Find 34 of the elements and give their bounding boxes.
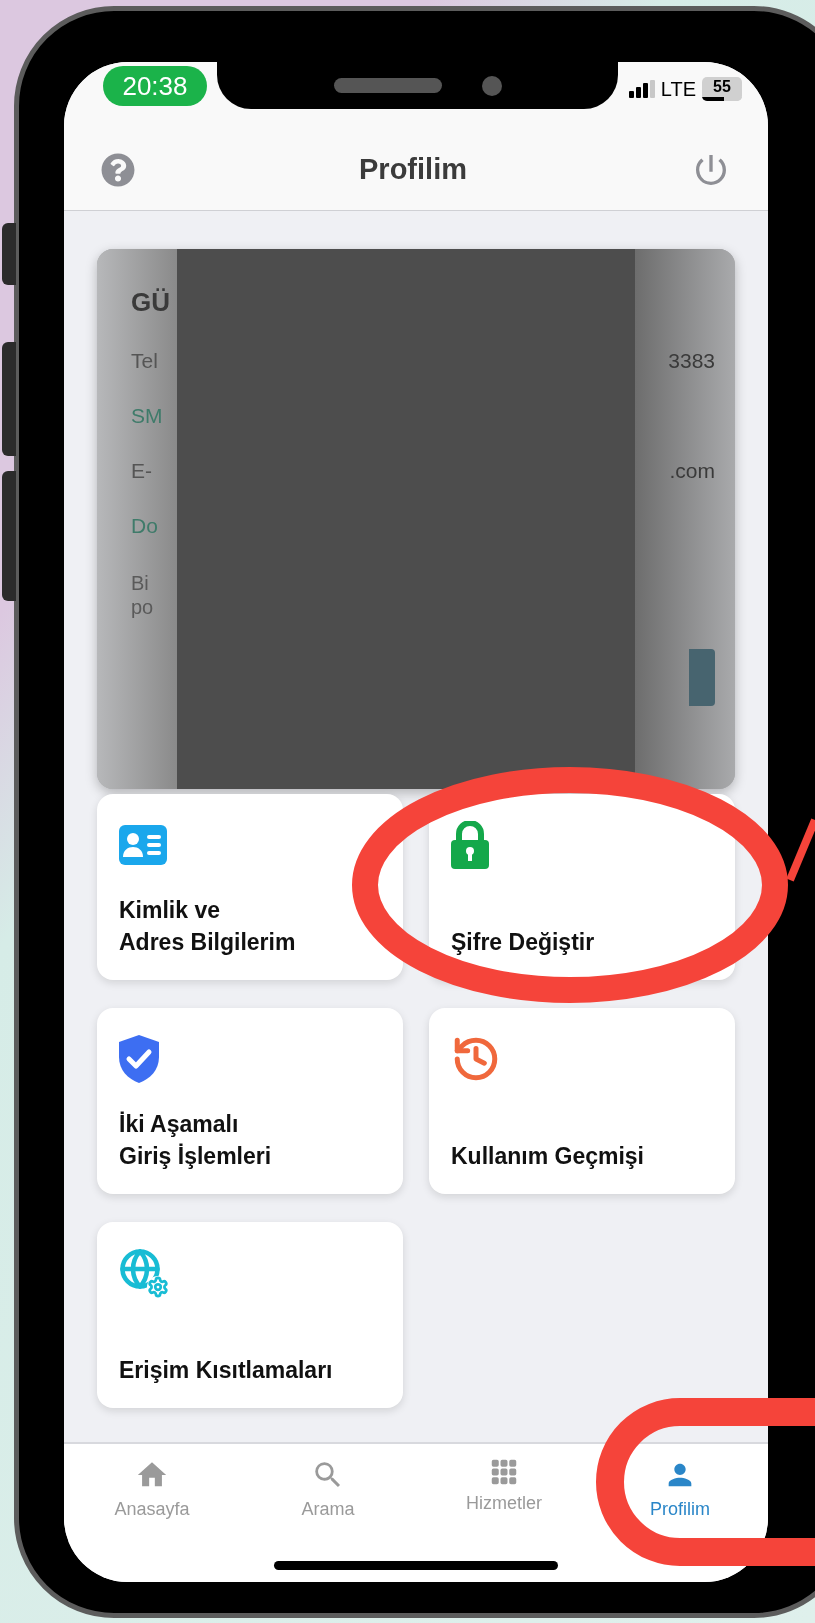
note-fragment: po [131, 595, 155, 619]
menu-card-label: İki Aşamalı [119, 1110, 240, 1139]
menu-card-label: Şifre Değiştir [451, 928, 596, 957]
field-label-fragment: Tel [131, 348, 159, 374]
menu-card[interactable]: Kullanım Geçmişi [429, 1008, 735, 1194]
annotation-tick [786, 818, 815, 882]
page-title: Profilim [359, 152, 467, 188]
field-value-fragment: 3383 [668, 348, 715, 374]
globe-gear-icon [119, 1248, 169, 1298]
id-card-icon [119, 825, 167, 865]
field-label-fragment: E- [131, 458, 153, 484]
menu-card-label: Kullanım Geçmişi [451, 1142, 645, 1171]
grid-icon[interactable] [490, 1458, 518, 1486]
menu-card-label: Kimlik ve [119, 896, 221, 925]
tab-item[interactable]: Hizmetler [416, 1458, 592, 1523]
menu-card[interactable]: Erişim Kısıtlamaları [97, 1222, 403, 1408]
menu-card[interactable]: İki Aşamalı Giriş İşlemleri [97, 1008, 403, 1194]
menu-card[interactable]: Kimlik ve Adres Bilgilerim [97, 794, 403, 980]
padlock-icon [451, 821, 489, 869]
help-icon[interactable] [101, 153, 135, 187]
menu-card-label: Adres Bilgilerim [119, 928, 297, 957]
shield-check-icon [119, 1035, 159, 1083]
note-fragment: Bi [131, 571, 150, 595]
tab-item[interactable]: Anasayfa [64, 1458, 240, 1523]
menu-card-label: Erişim Kısıtlamaları [119, 1356, 334, 1385]
tab-item[interactable]: Arama [240, 1458, 416, 1523]
time-pill: 20:38 [103, 66, 207, 106]
signal-icon [628, 80, 655, 98]
field-value-fragment: .com [669, 458, 715, 484]
tab-item[interactable]: Profilim [592, 1458, 768, 1523]
menu-card-label: Giriş İşlemleri [119, 1142, 273, 1171]
profile-name-fragment: GÜ [131, 286, 171, 319]
battery-indicator: 55 [702, 77, 742, 101]
network-label: LTE [660, 77, 696, 102]
